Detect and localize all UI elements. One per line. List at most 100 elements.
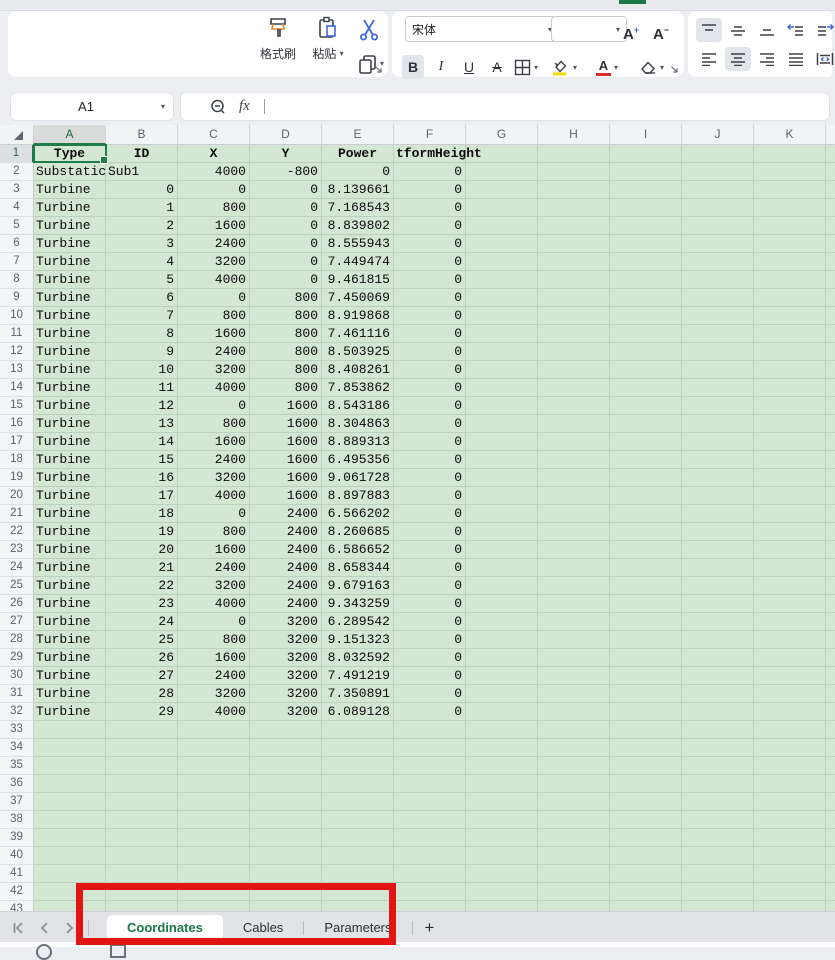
cell-K4[interactable]: [754, 199, 826, 217]
cell-B12[interactable]: 9: [106, 343, 178, 361]
cell-E8[interactable]: 9.461815: [322, 271, 394, 289]
cell-H30[interactable]: [538, 667, 610, 685]
formula-bar[interactable]: fx: [180, 92, 830, 121]
cell-D1[interactable]: Y: [250, 145, 322, 163]
cell-I12[interactable]: [610, 343, 682, 361]
cell-C31[interactable]: 3200: [178, 685, 250, 703]
cell-E32[interactable]: 6.089128: [322, 703, 394, 721]
cell-K22[interactable]: [754, 523, 826, 541]
cell-K23[interactable]: [754, 541, 826, 559]
cell-D12[interactable]: 800: [250, 343, 322, 361]
cell-H21[interactable]: [538, 505, 610, 523]
cell-F14[interactable]: 0: [394, 379, 466, 397]
cell-I15[interactable]: [610, 397, 682, 415]
cell-C27[interactable]: 0: [178, 613, 250, 631]
cell-D38[interactable]: [250, 811, 322, 829]
cell-F29[interactable]: 0: [394, 649, 466, 667]
cell-H39[interactable]: [538, 829, 610, 847]
cell-A20[interactable]: Turbine: [34, 487, 106, 505]
cell-E33[interactable]: [322, 721, 394, 739]
cell-J31[interactable]: [682, 685, 754, 703]
cell-H23[interactable]: [538, 541, 610, 559]
cell-H22[interactable]: [538, 523, 610, 541]
cell-E13[interactable]: 8.408261: [322, 361, 394, 379]
cell-I24[interactable]: [610, 559, 682, 577]
cell-A24[interactable]: Turbine: [34, 559, 106, 577]
cell-I28[interactable]: [610, 631, 682, 649]
cell-J11[interactable]: [682, 325, 754, 343]
cell-G26[interactable]: [466, 595, 538, 613]
cell-G28[interactable]: [466, 631, 538, 649]
cell-partial[interactable]: [826, 451, 835, 469]
cell-E11[interactable]: 7.461116: [322, 325, 394, 343]
cell-C39[interactable]: [178, 829, 250, 847]
cell-I14[interactable]: [610, 379, 682, 397]
row-header-31[interactable]: 31: [0, 685, 34, 703]
cell-C33[interactable]: [178, 721, 250, 739]
format-painter-button[interactable]: 格式刷: [254, 15, 302, 62]
cell-G14[interactable]: [466, 379, 538, 397]
column-header-H[interactable]: H: [538, 125, 610, 145]
cell-H34[interactable]: [538, 739, 610, 757]
cell-D3[interactable]: 0: [250, 181, 322, 199]
cell-F8[interactable]: 0: [394, 271, 466, 289]
cell-G5[interactable]: [466, 217, 538, 235]
cell-J40[interactable]: [682, 847, 754, 865]
cell-A9[interactable]: Turbine: [34, 289, 106, 307]
cell-K29[interactable]: [754, 649, 826, 667]
row-header-29[interactable]: 29: [0, 649, 34, 667]
cell-D28[interactable]: 3200: [250, 631, 322, 649]
cell-A43[interactable]: [34, 901, 106, 911]
column-header-G[interactable]: G: [466, 125, 538, 145]
cell-H28[interactable]: [538, 631, 610, 649]
cell-K7[interactable]: [754, 253, 826, 271]
cell-E37[interactable]: [322, 793, 394, 811]
cell-C30[interactable]: 2400: [178, 667, 250, 685]
cell-I39[interactable]: [610, 829, 682, 847]
cell-F36[interactable]: [394, 775, 466, 793]
cell-K27[interactable]: [754, 613, 826, 631]
cell-I41[interactable]: [610, 865, 682, 883]
cell-K26[interactable]: [754, 595, 826, 613]
cell-partial[interactable]: [826, 217, 835, 235]
row-header-28[interactable]: 28: [0, 631, 34, 649]
cell-D23[interactable]: 2400: [250, 541, 322, 559]
cell-B14[interactable]: 11: [106, 379, 178, 397]
cell-I5[interactable]: [610, 217, 682, 235]
cell-A13[interactable]: Turbine: [34, 361, 106, 379]
cell-J24[interactable]: [682, 559, 754, 577]
cell-G11[interactable]: [466, 325, 538, 343]
cell-K31[interactable]: [754, 685, 826, 703]
cell-J6[interactable]: [682, 235, 754, 253]
cell-D34[interactable]: [250, 739, 322, 757]
row-header-42[interactable]: 42: [0, 883, 34, 901]
cell-D8[interactable]: 0: [250, 271, 322, 289]
cell-D35[interactable]: [250, 757, 322, 775]
copy-button[interactable]: ▾: [348, 53, 392, 77]
cell-D5[interactable]: 0: [250, 217, 322, 235]
cell-D13[interactable]: 800: [250, 361, 322, 379]
cell-G35[interactable]: [466, 757, 538, 775]
cell-partial[interactable]: [826, 541, 835, 559]
cell-E28[interactable]: 9.151323: [322, 631, 394, 649]
cell-F43[interactable]: [394, 901, 466, 911]
row-header-34[interactable]: 34: [0, 739, 34, 757]
italic-button[interactable]: I: [430, 55, 452, 79]
cell-J22[interactable]: [682, 523, 754, 541]
cell-C38[interactable]: [178, 811, 250, 829]
clipboard-panel-expand-icon[interactable]: [374, 65, 383, 74]
cell-K21[interactable]: [754, 505, 826, 523]
cell-J30[interactable]: [682, 667, 754, 685]
cell-J10[interactable]: [682, 307, 754, 325]
cell-H1[interactable]: [538, 145, 610, 163]
cell-C21[interactable]: 0: [178, 505, 250, 523]
cell-C13[interactable]: 3200: [178, 361, 250, 379]
cell-D37[interactable]: [250, 793, 322, 811]
cell-C2[interactable]: 4000: [178, 163, 250, 181]
cell-partial[interactable]: [826, 847, 835, 865]
cell-G24[interactable]: [466, 559, 538, 577]
cell-F7[interactable]: 0: [394, 253, 466, 271]
cell-partial[interactable]: [826, 145, 835, 163]
cell-K20[interactable]: [754, 487, 826, 505]
cell-C12[interactable]: 2400: [178, 343, 250, 361]
